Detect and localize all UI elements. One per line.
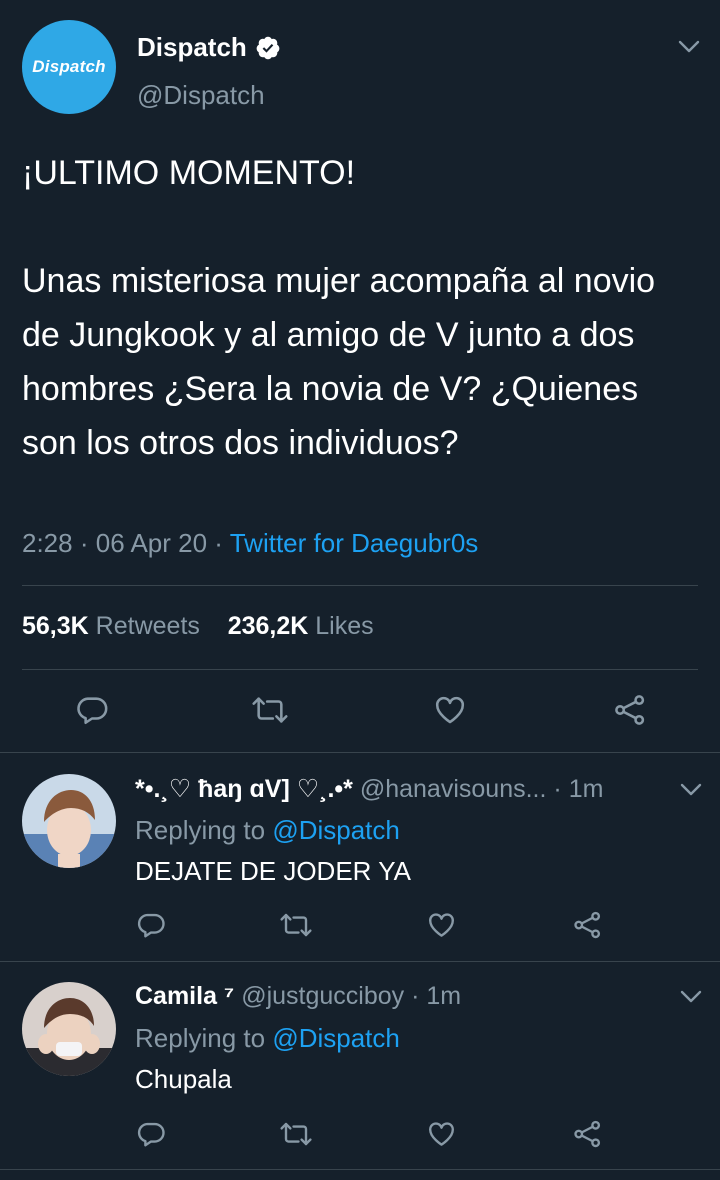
retweet-icon [252, 697, 288, 723]
reply-time[interactable]: 1m [426, 982, 461, 1011]
tweet-meta: 2:28 · 06 Apr 20 · Twitter for Daegubr0s [22, 528, 478, 559]
replying-to-link[interactable]: @Dispatch [272, 1023, 400, 1053]
replying-prefix: Replying to [135, 1023, 266, 1053]
like-button[interactable] [430, 690, 470, 730]
reply-author-name[interactable]: Camila ⁷ [135, 982, 234, 1011]
retweets-label: Retweets [95, 612, 200, 640]
heart-icon [428, 913, 454, 937]
meta-separator: · [214, 528, 223, 558]
share-button[interactable] [610, 690, 650, 730]
heart-icon [428, 1122, 454, 1146]
section-divider [0, 1169, 720, 1170]
share-button[interactable] [570, 1117, 604, 1151]
reply-author-handle[interactable]: @hanavisouns... [360, 775, 547, 804]
tweet-stats: 56,3K Retweets 236,2K Likes [22, 612, 374, 641]
chevron-down-icon[interactable] [680, 990, 702, 1004]
reply-button[interactable] [134, 1117, 168, 1151]
author-name[interactable]: Dispatch [137, 32, 281, 63]
chevron-down-icon[interactable] [680, 783, 702, 797]
reply-icon [137, 1122, 165, 1147]
author-handle[interactable]: @Dispatch [137, 80, 265, 111]
meta-separator: · [79, 528, 89, 558]
like-button[interactable] [424, 1117, 458, 1151]
likes-count: 236,2K [227, 612, 309, 640]
author-name-text: Dispatch [137, 32, 247, 62]
retweets-count: 56,3K [22, 612, 89, 640]
section-divider [0, 752, 720, 753]
tweet-text: ¡ULTIMO MOMENTO! Unas misteriosa mujer a… [22, 154, 656, 462]
replying-to: Replying to @Dispatch [135, 815, 400, 846]
retweet-icon [280, 1122, 312, 1146]
share-icon [615, 695, 645, 725]
avatar-photo [22, 774, 116, 868]
reply-text: DEJATE DE JODER YA [135, 856, 411, 886]
reply-icon [77, 697, 108, 725]
tweet-time[interactable]: 2:28 [22, 528, 73, 558]
reply-button[interactable] [72, 690, 112, 730]
replying-prefix: Replying to [135, 815, 266, 845]
share-icon [573, 911, 600, 939]
divider [22, 585, 698, 586]
avatar[interactable] [22, 982, 116, 1076]
likes-stat[interactable]: 236,2K Likes [228, 612, 374, 640]
retweet-button[interactable] [278, 908, 314, 942]
reply-header: *•.¸♡ ħaŋ ɑV] ♡¸.•* @hanavisouns... · 1m [135, 774, 603, 804]
meta-separator: · [411, 982, 420, 1010]
avatar-logo-text: Dispatch [32, 57, 106, 76]
retweet-button[interactable] [278, 1117, 314, 1151]
like-button[interactable] [424, 908, 458, 942]
reply-author-handle[interactable]: @justgucciboy [241, 982, 404, 1011]
retweet-button[interactable] [250, 690, 290, 730]
tweet-source-link[interactable]: Twitter for Daegubr0s [230, 528, 479, 558]
retweet-icon [280, 913, 312, 937]
likes-label: Likes [315, 612, 374, 640]
share-button[interactable] [570, 908, 604, 942]
reply-header: Camila ⁷ @justgucciboy · 1m [135, 982, 461, 1011]
reply-text: Chupala [135, 1064, 232, 1094]
reply-time[interactable]: 1m [569, 775, 604, 804]
section-divider [0, 961, 720, 962]
avatar-photo [22, 982, 116, 1076]
meta-separator: · [553, 775, 562, 803]
chevron-down-icon[interactable] [678, 40, 700, 54]
reply-button[interactable] [134, 908, 168, 942]
avatar[interactable] [22, 774, 116, 868]
author-avatar[interactable]: Dispatch [22, 20, 116, 114]
verified-badge-icon [256, 36, 280, 59]
replying-to: Replying to @Dispatch [135, 1023, 400, 1054]
replying-to-link[interactable]: @Dispatch [272, 815, 400, 845]
divider [22, 669, 698, 670]
heart-icon [435, 696, 465, 724]
retweets-stat[interactable]: 56,3K Retweets [22, 612, 200, 640]
tweet-date[interactable]: 06 Apr 20 [96, 528, 207, 558]
reply-icon [137, 913, 165, 938]
share-icon [573, 1120, 600, 1148]
reply-author-name[interactable]: *•.¸♡ ħaŋ ɑV] ♡¸.•* [135, 774, 353, 804]
